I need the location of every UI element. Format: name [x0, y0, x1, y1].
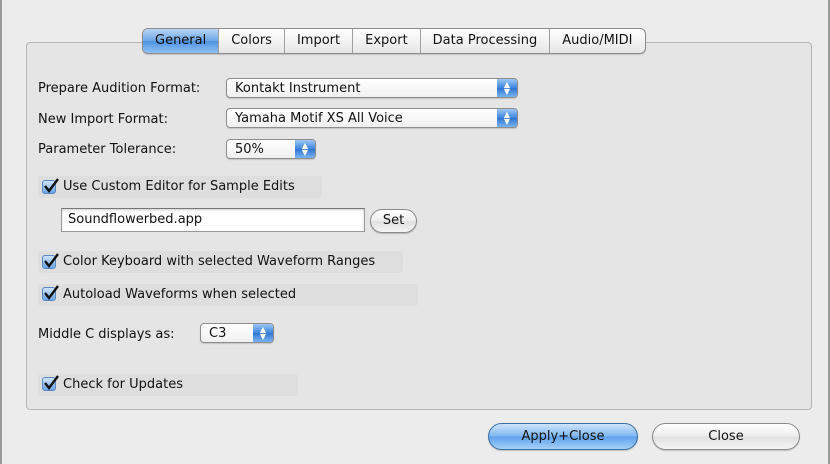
checkmark-icon [44, 178, 59, 193]
parameter-tolerance-label: Parameter Tolerance: [38, 142, 177, 157]
tab-export[interactable]: Export [353, 29, 421, 53]
check-updates-checkbox[interactable] [42, 375, 59, 391]
tab-colors[interactable]: Colors [219, 29, 285, 53]
checkmark-icon [44, 253, 59, 268]
tab-bar: General Colors Import Export Data Proces… [142, 28, 646, 54]
prepare-audition-label: Prepare Audition Format: [38, 81, 201, 96]
new-import-value: Yamaha Motif XS All Voice [235, 111, 403, 126]
updown-arrows-icon: ▲ ▼ [497, 79, 517, 97]
new-import-label: New Import Format: [38, 112, 168, 127]
updown-arrows-icon: ▲ ▼ [497, 109, 517, 127]
parameter-tolerance-select[interactable]: 50% ▲ ▼ [226, 139, 316, 159]
tab-data-processing[interactable]: Data Processing [421, 29, 551, 53]
autoload-waveforms-checkbox[interactable] [42, 285, 59, 301]
updown-arrows-icon: ▲ ▼ [253, 324, 273, 342]
prepare-audition-select[interactable]: Kontakt Instrument ▲ ▼ [226, 78, 518, 98]
prepare-audition-value: Kontakt Instrument [235, 81, 361, 96]
set-button[interactable]: Set [370, 209, 417, 233]
middle-c-select[interactable]: C3 ▲ ▼ [200, 323, 274, 343]
checkmark-icon [44, 375, 59, 390]
apply-close-button[interactable]: Apply+Close [488, 423, 638, 450]
close-button[interactable]: Close [652, 423, 800, 450]
tab-import[interactable]: Import [285, 29, 354, 53]
updown-arrows-icon: ▲ ▼ [295, 140, 315, 158]
checkmark-icon [44, 285, 59, 300]
custom-editor-checkbox[interactable] [42, 178, 59, 194]
color-keyboard-checkbox[interactable] [42, 253, 59, 269]
color-keyboard-label: Color Keyboard with selected Waveform Ra… [63, 254, 376, 269]
custom-editor-label: Use Custom Editor for Sample Edits [63, 179, 295, 194]
middle-c-value: C3 [209, 326, 227, 341]
editor-app-field[interactable]: Soundflowerbed.app [61, 208, 365, 232]
parameter-tolerance-value: 50% [235, 142, 264, 157]
tab-audio-midi[interactable]: Audio/MIDI [550, 29, 644, 53]
new-import-select[interactable]: Yamaha Motif XS All Voice ▲ ▼ [226, 108, 518, 128]
check-updates-label: Check for Updates [63, 377, 183, 392]
window-frame-left [0, 0, 2, 464]
autoload-waveforms-label: Autoload Waveforms when selected [63, 287, 297, 302]
tab-general[interactable]: General [143, 29, 220, 53]
middle-c-label: Middle C displays as: [38, 327, 175, 342]
